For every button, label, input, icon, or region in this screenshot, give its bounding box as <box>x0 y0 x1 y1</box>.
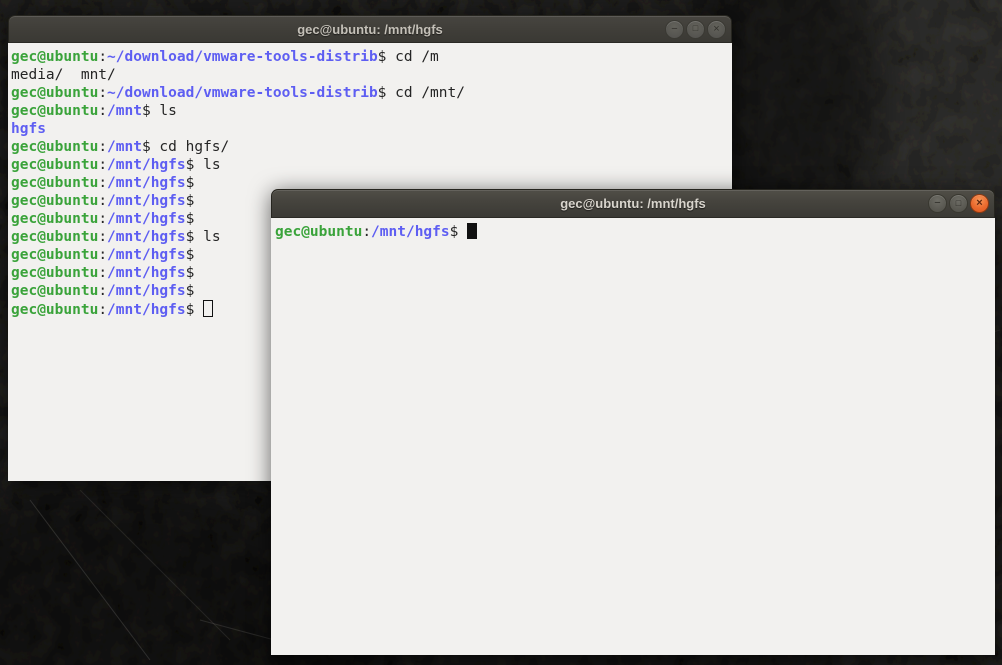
window-controls: − □ × <box>665 16 726 42</box>
window-controls: − □ × <box>928 190 989 217</box>
terminal-line: gec@ubuntu:/mnt$ cd hgfs/ <box>11 138 729 156</box>
titlebar[interactable]: gec@ubuntu: /mnt/hgfs − □ × <box>271 189 995 218</box>
maximize-icon[interactable]: □ <box>686 20 705 39</box>
terminal-line: gec@ubuntu:~/download/vmware-tools-distr… <box>11 84 729 102</box>
terminal-line: media/ mnt/ <box>11 66 729 84</box>
terminal-line: gec@ubuntu:~/download/vmware-tools-distr… <box>11 48 729 66</box>
maximize-icon[interactable]: □ <box>949 194 968 213</box>
minimize-icon[interactable]: − <box>665 20 684 39</box>
terminal-window-front: gec@ubuntu: /mnt/hgfs − □ × gec@ubuntu:/… <box>271 189 995 655</box>
window-title: gec@ubuntu: /mnt/hgfs <box>272 190 994 217</box>
terminal-line: gec@ubuntu:/mnt/hgfs$ <box>275 223 992 241</box>
terminal-line: hgfs <box>11 120 729 138</box>
close-icon[interactable]: × <box>707 20 726 39</box>
close-icon[interactable]: × <box>970 194 989 213</box>
terminal-output[interactable]: gec@ubuntu:/mnt/hgfs$ <box>271 218 995 655</box>
window-title: gec@ubuntu: /mnt/hgfs <box>9 16 731 42</box>
terminal-line: gec@ubuntu:/mnt$ ls <box>11 102 729 120</box>
terminal-cursor <box>203 300 213 317</box>
titlebar[interactable]: gec@ubuntu: /mnt/hgfs − □ × <box>8 15 732 43</box>
terminal-cursor <box>467 223 477 239</box>
terminal-line: gec@ubuntu:/mnt/hgfs$ ls <box>11 156 729 174</box>
minimize-icon[interactable]: − <box>928 194 947 213</box>
